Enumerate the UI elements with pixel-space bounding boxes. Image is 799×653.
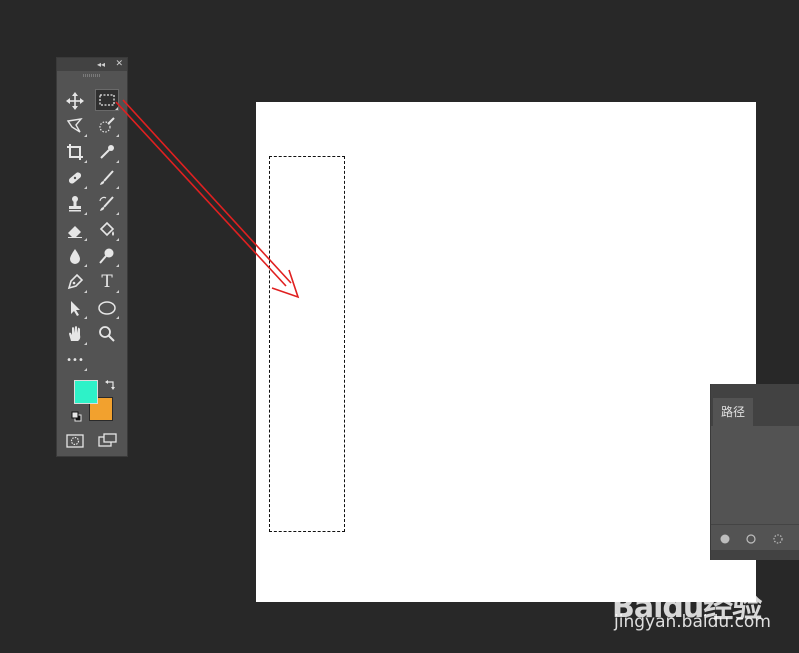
foreground-color-swatch[interactable] — [74, 380, 98, 404]
baidu-watermark: Baidu经验 jingyan.baidu.com — [612, 566, 792, 636]
watermark-url: jingyan.baidu.com — [614, 612, 771, 632]
annotation-arrow — [115, 99, 300, 299]
arrow-shaft — [115, 99, 292, 287]
